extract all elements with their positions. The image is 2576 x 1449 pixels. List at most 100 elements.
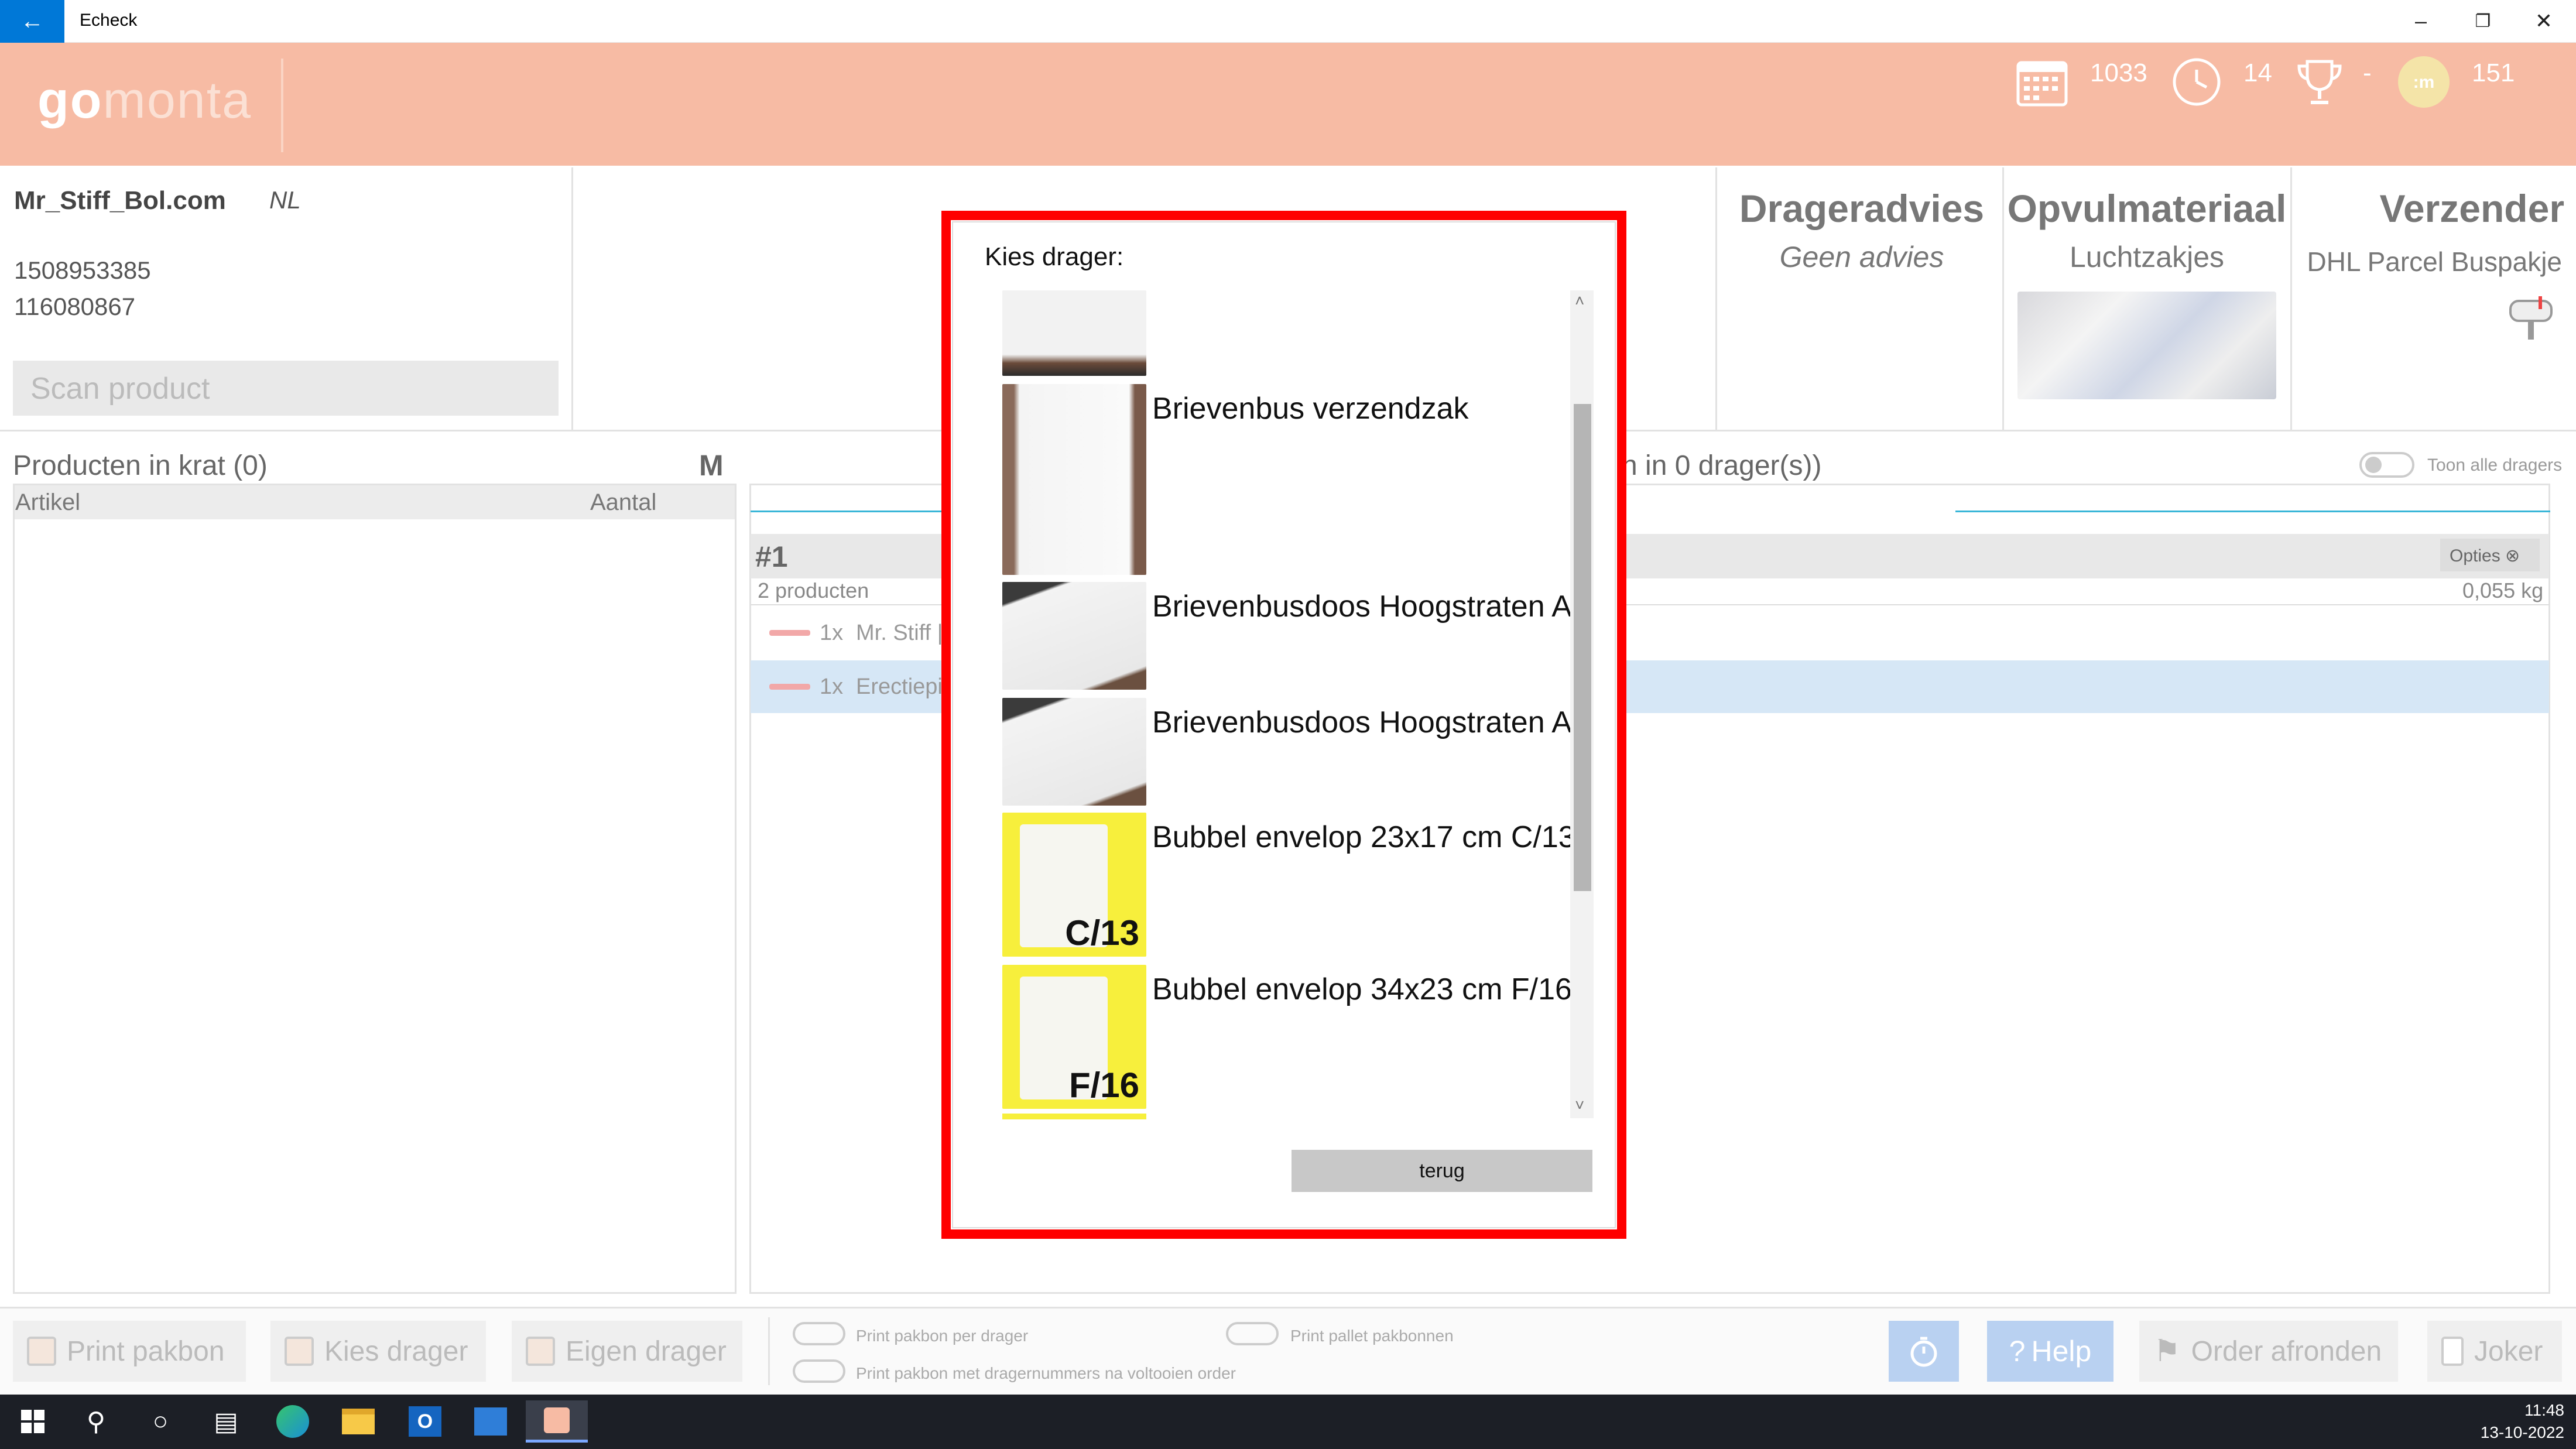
shop-name: Mr_Stiff_Bol.com [14,186,226,215]
print-pakbon-button[interactable]: Print pakbon [13,1321,246,1382]
coins-count: 151 [2472,59,2515,87]
remote-desktop-icon[interactable] [470,1400,512,1443]
verzender-title: Verzender [2379,187,2565,230]
remove-product-icon[interactable] [769,630,810,636]
drager-number: #1 [755,540,788,573]
outlook-icon[interactable]: O [404,1400,446,1443]
minimize-icon[interactable]: – [2395,6,2447,36]
drager-list[interactable]: Brievenbus verzendzak Brievenbusdoos Hoo… [1002,288,1595,1119]
drager-option[interactable] [1002,290,1576,376]
drager-summary-heading: n in 0 drager(s)) [1622,450,1822,481]
terug-button[interactable]: terug [1292,1150,1592,1192]
column-aantal: Aantal [590,489,657,515]
thumbnail-size-label: F/16 [1068,1066,1139,1105]
print-dragernummers-label: Print pakbon met dragernummers na voltoo… [856,1364,1236,1382]
air-cushion-image [2017,292,2276,399]
tab-indicator [751,511,955,512]
calendar-icon [2014,54,2070,110]
windows-start-icon[interactable] [12,1400,54,1443]
mailbox-icon [2508,295,2555,342]
svg-text::m: :m [2413,73,2435,92]
opvulmateriaal-title: Opvulmateriaal [2007,187,2287,230]
product-qty: 1x [820,621,844,645]
drager-thumbnail [1002,384,1146,575]
close-icon[interactable]: ✕ [2517,6,2570,36]
opvulmateriaal-value: Luchtzakjes [2069,241,2225,273]
coins-icon: :m [2396,54,2452,110]
thumbnail-size-label: C/13 [1065,913,1139,953]
drager-option[interactable]: F/16 Bubbel envelop 34x23 cm F/16 [1002,965,1576,1109]
dialog-title: Kies drager: [985,242,1124,271]
help-button[interactable]: ? Help [1987,1321,2113,1382]
divider [2002,167,2004,430]
clock-date: 13-10-2022 [2480,1423,2564,1441]
drager-thumbnail [1002,582,1146,690]
drager-thumbnail: F/16 [1002,965,1146,1109]
drager-label: Bubbel envelop 23x17 cm C/13 [1152,820,1575,854]
show-all-dragers-label: Toon alle dragers [2427,455,2563,475]
edge-browser-icon[interactable] [272,1400,314,1443]
print-dragernummers-toggle[interactable] [793,1359,845,1383]
drager-option[interactable]: Brievenbusdoos Hoogstraten A5 [1002,698,1589,806]
toggle-knob [2365,457,2382,473]
window-title: Echeck [80,11,138,30]
echeck-app-icon[interactable] [526,1400,588,1443]
divider [571,167,573,430]
eigen-drager-button[interactable]: Eigen drager [512,1321,742,1382]
restore-icon[interactable]: ❐ [2457,6,2509,36]
print-per-drager-label: Print pakbon per drager [856,1327,1029,1345]
product-count: 2 producten [758,578,869,602]
system-clock: 11:48 13-10-2022 [2471,1399,2564,1444]
taskbar [0,1395,2576,1449]
drager-thumbnail [1002,290,1146,376]
tab-indicator [1955,511,2550,512]
order-afronden-button[interactable]: ⚑ Order afronden [2139,1321,2398,1382]
print-pakbon-label: Print pakbon [67,1335,225,1367]
product-qty: 1x [820,674,844,699]
order-id: 1508953385 [14,256,151,284]
timer-button[interactable] [1889,1321,1959,1382]
task-view-icon[interactable]: ▤ [205,1400,247,1443]
verzender-value: DHL Parcel Buspakje [2307,246,2563,277]
drager-weight: 0,055 kg [2462,578,2544,602]
question-icon: ? [2009,1335,2026,1368]
drager-option[interactable]: Brievenbusdoos Hoogstraten A4 [1002,582,1589,690]
drageradvies-value: Geen advies [1779,241,1944,273]
print-pallet-toggle[interactable] [1226,1322,1279,1345]
scroll-down-icon[interactable]: ˅ [1575,1096,1584,1115]
drager-label: Brievenbusdoos Hoogstraten A4 [1152,590,1589,624]
drager-option[interactable] [1002,1114,1146,1119]
flag-icon: ⚑ [2153,1334,2181,1368]
drager-thumbnail: C/13 [1002,813,1146,957]
kies-drager-button[interactable]: Kies drager [270,1321,486,1382]
product-name: Mr. Stiff | [856,621,943,645]
krat-size-badge: M [699,449,724,482]
remove-product-icon[interactable] [769,684,810,690]
drager-option[interactable]: Brievenbus verzendzak [1002,384,1576,575]
joker-button[interactable]: Joker [2427,1321,2562,1382]
help-label: Help [2031,1335,2092,1368]
file-explorer-icon[interactable] [337,1400,379,1443]
eigen-drager-label: Eigen drager [566,1335,727,1367]
clock-time: 11:48 [2524,1401,2564,1419]
scrollbar-thumb[interactable] [1574,404,1591,891]
drager-label: Brievenbusdoos Hoogstraten A5 [1152,705,1589,739]
scroll-up-icon[interactable]: ˄ [1575,292,1584,310]
cortana-icon[interactable]: ○ [139,1400,181,1443]
scan-product-input[interactable]: Scan product [13,361,559,416]
joker-label: Joker [2474,1335,2543,1367]
search-icon[interactable]: ⚲ [75,1400,117,1443]
gomonta-logo: gomonta [37,71,252,129]
drager-thumbnail [1002,698,1146,806]
drager-option[interactable]: C/13 Bubbel envelop 23x17 cm C/13 [1002,813,1576,957]
clock-icon [2169,54,2225,110]
product-name: Erectiepi [856,674,943,699]
drageradvies-title: Drageradvies [1739,187,1985,230]
drager-label: Brievenbus verzendzak [1152,392,1469,426]
krat-title: Producten in krat (0) [13,450,268,481]
printer-icon [27,1337,56,1366]
print-per-drager-toggle[interactable] [793,1322,845,1345]
back-arrow-icon[interactable]: ← [0,0,64,43]
options-button[interactable]: Opties ⊗ [2440,539,2540,571]
trophy-value: - [2363,59,2372,87]
